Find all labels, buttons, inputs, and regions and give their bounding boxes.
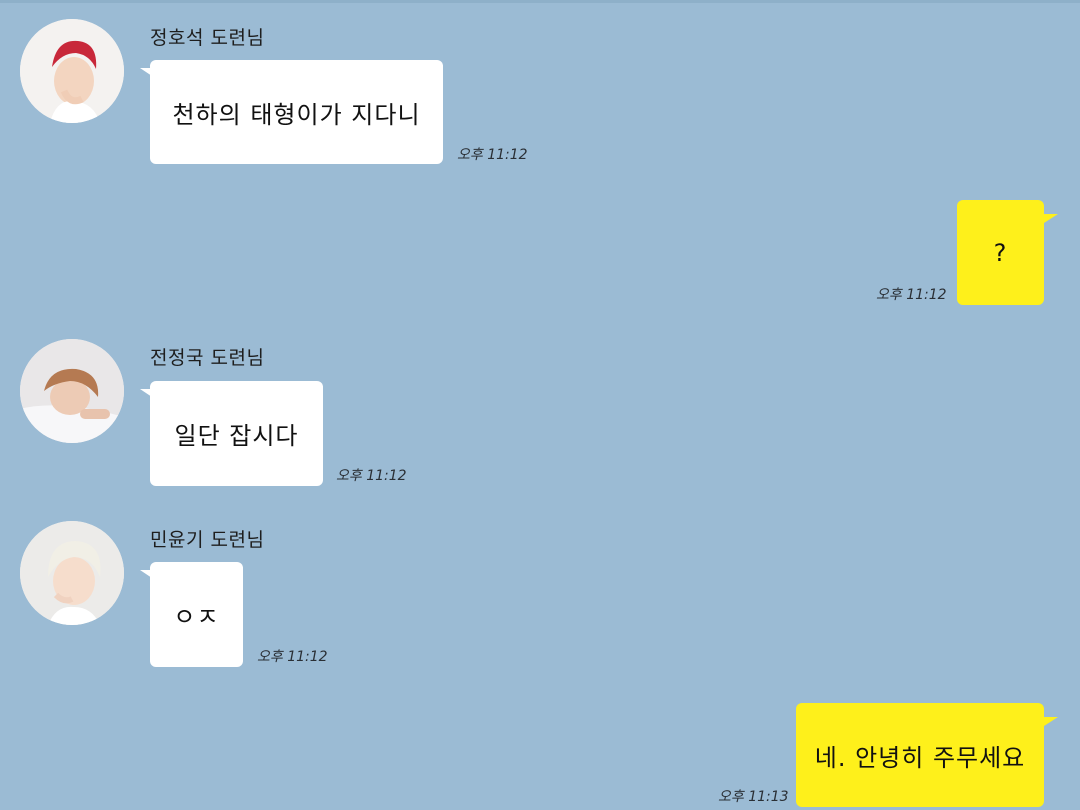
message-bubble[interactable]: ㅇㅈ [140,562,243,667]
message-text: 천하의 태형이가 지다니 [172,100,421,129]
message-timestamp: 오후 11:12 [257,649,328,665]
message-text: 네. 안녕히 주무세요 [814,743,1026,772]
avatar[interactable] [20,521,124,625]
sender-name: 정호석 도련님 [150,27,265,49]
message-timestamp: 오후 11:12 [336,468,407,484]
message-bubble[interactable]: 네. 안녕히 주무세요 [796,703,1058,807]
message-bubble[interactable]: 천하의 태형이가 지다니 [140,60,443,164]
sender-name: 민윤기 도련님 [150,529,265,551]
message-bubble[interactable]: ? [957,200,1058,305]
message-timestamp: 오후 11:12 [457,147,528,163]
message-timestamp: 오후 11:12 [876,287,947,303]
chat-background: 정호석 도련님 천하의 태형이가 지다니 오후 11:12 ? 오후 11:12… [0,0,1080,810]
message-text: ㅇㅈ [173,603,220,631]
message-timestamp: 오후 11:13 [718,789,789,805]
message-text: ? [993,238,1008,267]
avatar[interactable] [20,339,124,443]
avatar[interactable] [20,19,124,123]
sender-name: 전정국 도련님 [150,347,265,369]
message-text: 일단 잡시다 [174,422,299,450]
message-bubble[interactable]: 일단 잡시다 [140,381,323,486]
